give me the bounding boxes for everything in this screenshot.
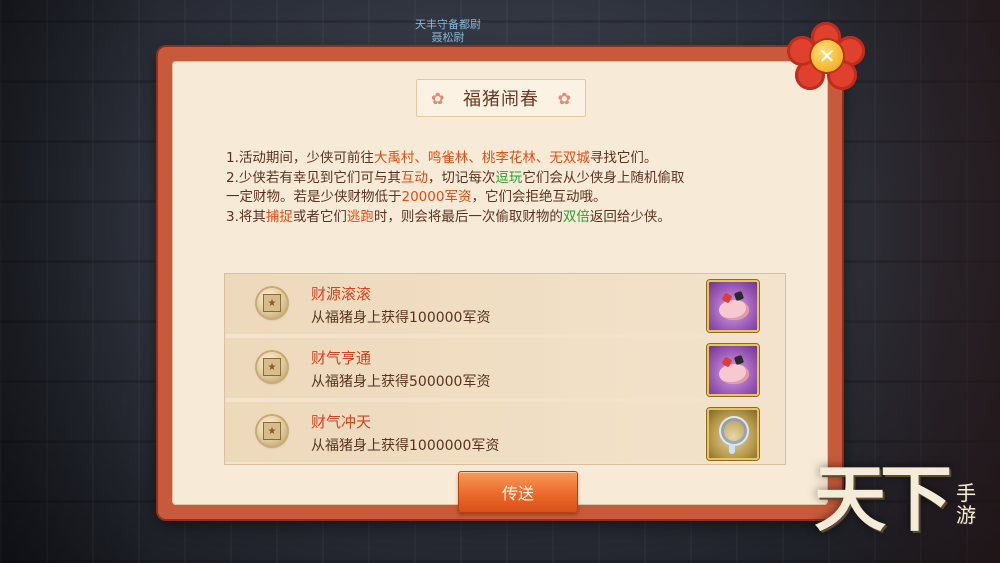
rule-text: 返回给少侠。: [589, 208, 671, 225]
reward-description: 从福猪身上获得500000军资: [311, 374, 491, 390]
reward-row: ★ 财气冲天 从福猪身上获得1000000军资: [225, 402, 785, 464]
medal-icon: ★: [257, 416, 287, 446]
dialog-title-box: ✿ 福猪闹春 ✿: [416, 79, 586, 117]
rule-text: 1.活动期间，少侠可前往: [226, 150, 374, 166]
reward-description: 从福猪身上获得1000000军资: [311, 438, 500, 454]
rule-highlight: 大禹村、鸣雀林、桃李花林、无双城: [373, 150, 590, 166]
rule-highlight: 20000军资: [401, 189, 472, 205]
rule-text: 2.少侠若有幸见到它们可与其: [226, 169, 401, 186]
pig-card-icon[interactable]: [707, 344, 759, 396]
rule-line: 一定财物。若是少侠财物低于20000军资，它们会拒绝互动哦。: [226, 188, 786, 208]
teleport-button[interactable]: 传送: [458, 471, 578, 513]
logo-subtitle: 手游: [956, 481, 976, 527]
npc-title: 天丰守备都尉: [415, 18, 481, 31]
event-rules: 1.活动期间，少侠可前往大禹村、鸣雀林、桃李花林、无双城寻找它们。 2.少侠若有幸…: [226, 149, 786, 227]
reward-row: ★ 财气亨通 从福猪身上获得500000军资: [225, 338, 785, 400]
flower-icon: ✿: [431, 89, 445, 108]
reward-title: 财源滚滚: [311, 285, 372, 303]
rule-highlight: 捕捉: [265, 208, 293, 225]
npc-name-label: 天丰守备都尉 聂松尉: [388, 18, 508, 44]
flower-icon: ✿: [557, 89, 571, 108]
rule-text: 寻找它们。: [589, 150, 658, 166]
rule-highlight: 双倍: [562, 208, 590, 225]
rule-highlight: 互动: [400, 169, 428, 186]
rule-text: 它们会从少侠身上随机偷取: [522, 169, 685, 186]
medal-icon: ★: [257, 352, 287, 382]
dialog-title: 福猪闹春: [463, 89, 539, 110]
reward-list: ★ 财源滚滚 从福猪身上获得100000军资 ★ 财气亨通 从福猪身上获得500…: [224, 273, 786, 465]
reward-title: 财气冲天: [311, 413, 372, 431]
rule-line: 3.将其捕捉或者它们逃跑时，则会将最后一次偷取财物的双倍返回给少侠。: [226, 208, 786, 228]
close-icon: ✕: [811, 40, 843, 72]
npc-name: 聂松尉: [431, 31, 465, 44]
rule-text: 时，则会将最后一次偷取财物的: [373, 208, 563, 225]
rule-text: ，它们会拒绝互动哦。: [471, 189, 607, 205]
dialog-content: ✿ 福猪闹春 ✿ 1.活动期间，少侠可前往大禹村、鸣雀林、桃李花林、无双城寻找它…: [172, 61, 828, 513]
reward-description: 从福猪身上获得100000军资: [311, 310, 491, 326]
scene-shadow-left: [0, 0, 160, 563]
logo-title: 天下: [814, 456, 952, 541]
reward-title: 财气亨通: [311, 349, 372, 367]
rule-text: 或者它们: [292, 208, 347, 225]
rule-text: ，切记每次: [427, 169, 496, 186]
rule-highlight: 逗玩: [495, 169, 523, 186]
close-button[interactable]: ✕: [787, 22, 865, 92]
rule-highlight: 逃跑: [346, 208, 374, 225]
rule-line: 1.活动期间，少侠可前往大禹村、鸣雀林、桃李花林、无双城寻找它们。: [226, 149, 786, 169]
rule-line: 2.少侠若有幸见到它们可与其互动，切记每次逗玩它们会从少侠身上随机偷取: [226, 169, 786, 189]
rule-text: 一定财物。若是少侠财物低于: [226, 189, 402, 205]
pig-card-icon[interactable]: [707, 280, 759, 332]
game-logo: 天下 手游: [808, 440, 998, 560]
medal-icon: ★: [257, 288, 287, 318]
reward-row: ★ 财源滚滚 从福猪身上获得100000军资: [225, 274, 785, 336]
rule-text: 3.将其: [226, 208, 266, 225]
event-dialog: ✿ 福猪闹春 ✿ 1.活动期间，少侠可前往大禹村、鸣雀林、桃李花林、无双城寻找它…: [158, 47, 842, 519]
dreamcatcher-icon[interactable]: [707, 408, 759, 460]
